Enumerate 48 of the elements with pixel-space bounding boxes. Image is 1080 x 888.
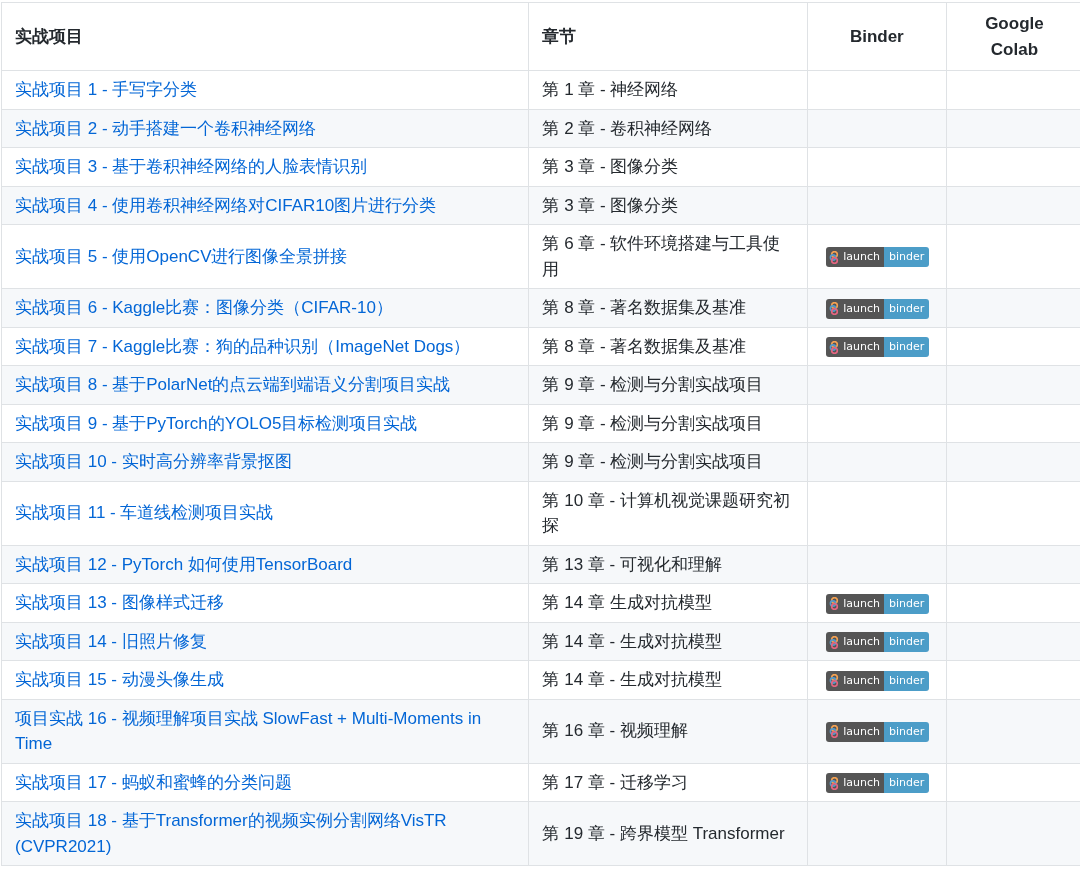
project-link[interactable]: 实战项目 6 - Kaggle比赛：图像分类（CIFAR-10） (15, 295, 516, 321)
table-cell: 第 19 章 - 跨界模型 Transformer (529, 801, 808, 866)
project-link[interactable]: 实战项目 8 - 基于PolarNet的点云端到端语义分割项目实战 (15, 372, 516, 398)
project-link[interactable]: 实战项目 3 - 基于卷积神经网络的人脸表情识别 (15, 154, 516, 180)
table-cell: 第 3 章 - 图像分类 (529, 186, 808, 225)
table-cell: 第 14 章 - 生成对抗模型 (529, 622, 808, 661)
binder-logo-icon (829, 635, 841, 649)
project-link[interactable]: 实战项目 10 - 实时高分辨率背景抠图 (15, 449, 516, 475)
binder-logo-icon (829, 674, 841, 687)
project-link[interactable]: 实战项目 4 - 使用卷积神经网络对CIFAR10图片进行分类 (15, 192, 516, 218)
table-cell: 第 8 章 - 著名数据集及基准 (529, 327, 808, 366)
table-cell: 第 14 章 生成对抗模型 (529, 583, 808, 622)
project-link[interactable]: 实战项目 5 - 使用OpenCV进行图像全景拼接 (15, 243, 516, 270)
binder-logo-icon (829, 776, 841, 790)
table-cell: 第 9 章 - 检测与分割实战项目 (529, 365, 808, 404)
binder-logo-icon (829, 250, 841, 264)
project-link[interactable]: 项目实战 16 - 视频理解项目实战 SlowFast + Multi-Moments in Time (15, 705, 516, 757)
project-link[interactable]: 实战项目 2 - 动手搭建一个卷积神经网络 (15, 115, 516, 141)
project-link[interactable]: 实战项目 13 - 图像样式迁移 (15, 590, 516, 616)
binder-logo-icon (829, 725, 841, 739)
table-cell: 第 14 章 - 生成对抗模型 (529, 660, 808, 699)
project-link[interactable]: 实战项目 12 - PyTorch 如何使用TensorBoard (15, 551, 516, 577)
column-header: 章节 (529, 2, 808, 71)
table-cell: 第 1 章 - 神经网络 (529, 70, 808, 109)
project-link[interactable]: 实战项目 11 - 车道线检测项目实战 (15, 500, 516, 526)
table-cell: 第 3 章 - 图像分类 (529, 147, 808, 186)
table-cell: 第 6 章 - 软件环境搭建与工具使用 (529, 224, 808, 289)
table-cell: 第 2 章 - 卷积神经网络 (529, 109, 808, 148)
project-link[interactable]: 实战项目 9 - 基于PyTorch的YOLO5目标检测项目实战 (15, 410, 516, 436)
binder-logo-icon (829, 340, 841, 354)
project-link[interactable]: 实战项目 7 - Kaggle比赛：狗的品种识别（ImageNet Dogs） (15, 333, 516, 359)
project-link[interactable]: 实战项目 15 - 动漫头像生成 (15, 667, 516, 693)
table-cell: 第 9 章 - 检测与分割实战项目 (529, 404, 808, 443)
project-link[interactable]: 实战项目 17 - 蚂蚁和蜜蜂的分类问题 (15, 769, 516, 795)
column-header: Google Colab (946, 2, 1080, 71)
project-link[interactable]: 实战项目 18 - 基于Transformer的视频实例分割网络VisTR (CVPR2021) (15, 808, 516, 859)
column-header: Binder (807, 2, 947, 71)
table-cell: 第 9 章 - 检测与分割实战项目 (529, 442, 808, 481)
binder-logo-icon (829, 597, 841, 610)
table-cell: 第 13 章 - 可视化和理解 (529, 545, 808, 584)
table-cell: 第 17 章 - 迁移学习 (529, 763, 808, 802)
table-cell: 第 8 章 - 著名数据集及基准 (529, 288, 808, 327)
table-cell: 第 10 章 - 计算机视觉课题研究初探 (529, 481, 808, 545)
project-link[interactable]: 实战项目 1 - 手写字分类 (15, 77, 516, 103)
table-cell: 第 16 章 - 视频理解 (529, 699, 808, 763)
project-link[interactable]: 实战项目 14 - 旧照片修复 (15, 628, 516, 654)
binder-logo-icon (829, 302, 841, 315)
column-header: 实战项目 (1, 2, 529, 71)
